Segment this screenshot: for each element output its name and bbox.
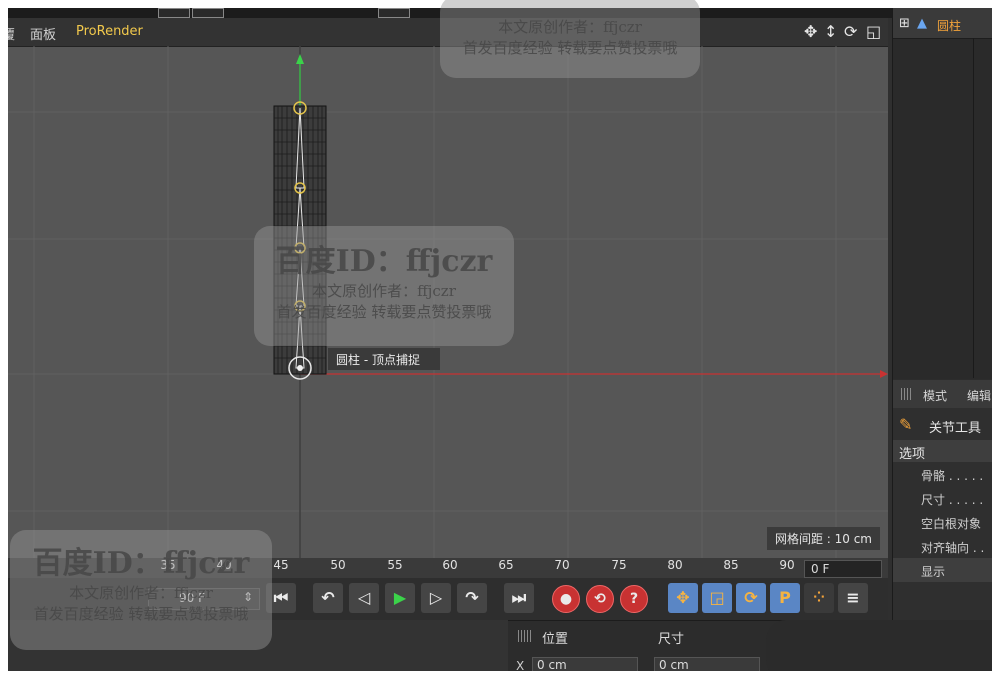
timeline-tick: 90	[779, 558, 795, 572]
menu-item-view[interactable]: 覆	[8, 24, 15, 43]
scheme-button[interactable]: ≡	[838, 583, 868, 613]
watermark-backdrop	[10, 530, 272, 650]
timeline-tick: 70	[554, 558, 570, 572]
property-bones[interactable]: 骨骼 . . . . .	[893, 462, 992, 486]
prev-keyframe-button[interactable]: ↶	[313, 583, 343, 613]
pan-icon[interactable]: ↕	[824, 22, 837, 41]
move-icon[interactable]: ✥	[804, 22, 817, 41]
autokey-button[interactable]: ⟲	[586, 585, 614, 613]
timeline-tick: 60	[442, 558, 458, 572]
hierarchy-icon: ⊞	[899, 16, 910, 31]
next-frame-button[interactable]: ▷	[421, 583, 451, 613]
prev-frame-button[interactable]: ◁	[349, 583, 379, 613]
tab-mode[interactable]: 模式	[923, 387, 947, 404]
timeline-tick: 80	[667, 558, 683, 572]
toolbar-button[interactable]	[158, 8, 190, 18]
current-frame-field[interactable]: 0 F	[804, 560, 882, 578]
cylinder-icon: ▲	[917, 16, 927, 31]
property-label: 尺寸 . . . . .	[921, 493, 984, 507]
object-name: 圆柱	[937, 19, 962, 33]
panel-grip-icon[interactable]	[518, 630, 532, 642]
timeline-tick: 50	[330, 558, 346, 572]
tab-edit[interactable]: 编辑	[967, 387, 991, 404]
property-size[interactable]: 尺寸 . . . . .	[893, 486, 992, 510]
property-align-axis[interactable]: 对齐轴向 . .	[893, 534, 992, 558]
property-label: 对齐轴向 . .	[921, 541, 985, 555]
watermark-backdrop	[440, 0, 700, 78]
key-pla-button[interactable]: ⁘	[804, 583, 834, 613]
timeline-tick: 65	[498, 558, 514, 572]
key-parameter-button[interactable]: P	[770, 583, 800, 613]
toolbar-button[interactable]	[192, 8, 224, 18]
obscured-region	[766, 620, 992, 671]
size-header: 尺寸	[658, 632, 685, 647]
key-position-button[interactable]: ✥	[668, 583, 698, 613]
next-keyframe-button[interactable]: ↷	[457, 583, 487, 613]
toolbar-button[interactable]	[378, 8, 410, 18]
options-label: 选项	[899, 447, 926, 462]
panel-grip-icon[interactable]	[901, 388, 913, 400]
snap-label: 圆柱 - 顶点捕捉	[336, 353, 420, 367]
property-label: 空白根对象	[921, 517, 982, 531]
display-section[interactable]: 显示	[893, 558, 992, 582]
right-panel: ⊞ ▲ 圆柱 模式 编辑 ✎ 关节工具 选项 骨骼 . . . . . 尺寸 .…	[892, 8, 992, 671]
grid-spacing-readout: 网格间距 : 10 cm	[766, 527, 880, 550]
menu-item-panel[interactable]: 面板	[30, 24, 56, 43]
maximize-icon[interactable]: ◱	[866, 22, 881, 41]
rotate-icon[interactable]: ⟳	[844, 22, 857, 41]
tool-name: 关节工具	[929, 421, 982, 436]
object-manager-item[interactable]: ⊞ ▲ 圆柱	[893, 8, 992, 38]
size-x-field[interactable]: 0 cm	[654, 657, 760, 671]
object-list[interactable]	[893, 38, 992, 379]
watermark-backdrop	[254, 226, 514, 346]
property-label: 骨骼 . . . . .	[921, 469, 984, 483]
position-header: 位置	[542, 632, 569, 647]
menu-item-prorender[interactable]: ProRender	[76, 24, 143, 39]
x-label: X	[516, 659, 525, 671]
current-frame-value: 0 F	[811, 562, 830, 576]
display-label: 显示	[921, 565, 946, 579]
timeline-tick: 85	[723, 558, 739, 572]
property-null-root[interactable]: 空白根对象	[893, 510, 992, 534]
keyframe-selection-button[interactable]: ?	[620, 585, 648, 613]
timeline-tick: 75	[611, 558, 627, 572]
key-rotation-button[interactable]: ⟳	[736, 583, 766, 613]
go-to-end-button[interactable]: ⏭	[504, 583, 534, 613]
divider	[973, 38, 974, 378]
key-scale-button[interactable]: ◲	[702, 583, 732, 613]
record-button[interactable]: ●	[552, 585, 580, 613]
timeline-tick: 45	[273, 558, 289, 572]
joint-tool-icon: ✎	[899, 415, 913, 434]
active-tool: ✎ 关节工具	[893, 408, 992, 440]
position-x-field[interactable]: 0 cm	[532, 657, 638, 671]
timeline-tick: 55	[387, 558, 403, 572]
attribute-tabs: 模式 编辑	[893, 380, 992, 408]
play-button[interactable]: ▶	[385, 583, 415, 613]
options-section[interactable]: 选项	[893, 440, 992, 462]
